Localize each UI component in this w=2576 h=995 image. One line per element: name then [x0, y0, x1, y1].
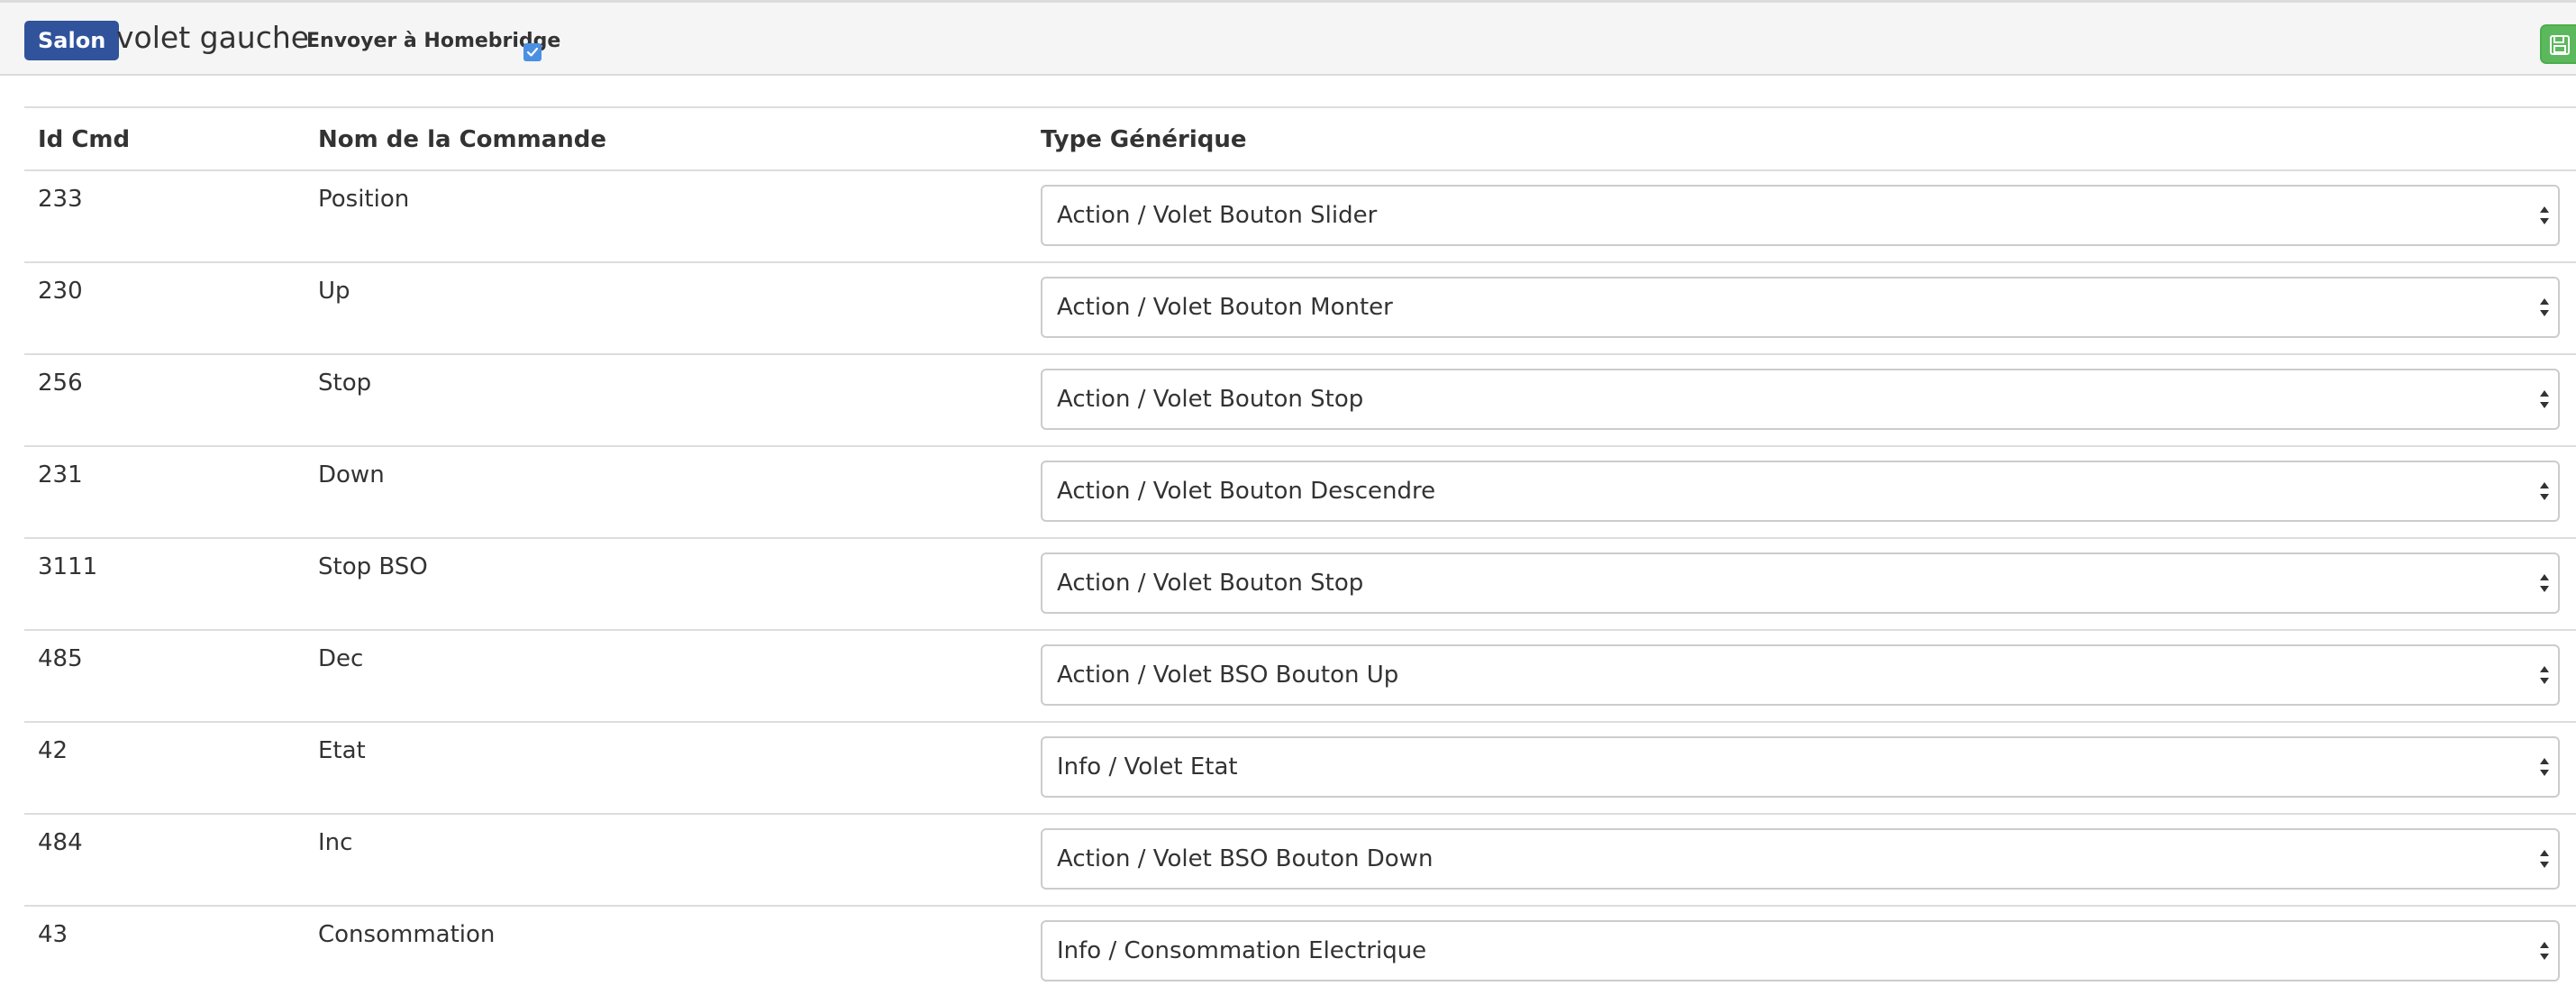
- command-name: Up: [318, 278, 350, 305]
- generic-type-value: Action / Volet BSO Bouton Up: [1057, 662, 1399, 689]
- command-name: Stop: [318, 370, 372, 397]
- checkmark-icon: [526, 47, 539, 57]
- generic-type-select[interactable]: Action / Volet Bouton Descendre: [1041, 461, 2560, 522]
- command-name: Down: [318, 461, 385, 488]
- column-header-type: Type Générique: [1041, 126, 1247, 153]
- equipment-header: Salon volet gauche Envoyer à Homebridge: [0, 0, 2576, 76]
- generic-type-select[interactable]: Action / Volet Bouton Monter: [1041, 277, 2560, 338]
- select-arrows-icon: [2540, 482, 2549, 500]
- select-arrows-icon: [2540, 758, 2549, 776]
- generic-type-value: Action / Volet Bouton Stop: [1057, 386, 1364, 413]
- table-row: 3111 Stop BSO Action / Volet Bouton Stop: [24, 539, 2576, 631]
- homebridge-checkbox[interactable]: [523, 43, 542, 61]
- table-body: 233 Position Action / Volet Bouton Slide…: [24, 171, 2576, 995]
- command-name: Etat: [318, 737, 366, 764]
- homebridge-label: Envoyer à Homebridge: [306, 30, 561, 52]
- command-id: 231: [38, 461, 83, 488]
- generic-type-select[interactable]: Info / Consommation Electrique: [1041, 920, 2560, 981]
- command-id: 485: [38, 645, 83, 672]
- select-arrows-icon: [2540, 390, 2549, 408]
- command-id: 484: [38, 829, 83, 856]
- column-header-id: Id Cmd: [38, 126, 131, 153]
- table-row: 42 Etat Info / Volet Etat: [24, 723, 2576, 815]
- select-arrows-icon: [2540, 942, 2549, 960]
- generic-type-select[interactable]: Action / Volet Bouton Stop: [1041, 552, 2560, 614]
- generic-type-select[interactable]: Action / Volet BSO Bouton Down: [1041, 828, 2560, 890]
- room-badge: Salon: [24, 21, 120, 60]
- command-id: 3111: [38, 553, 98, 580]
- save-button[interactable]: [2540, 24, 2576, 64]
- table-row: 485 Dec Action / Volet BSO Bouton Up: [24, 631, 2576, 723]
- command-name: Stop BSO: [318, 553, 428, 580]
- generic-type-value: Action / Volet Bouton Descendre: [1057, 478, 1436, 505]
- commands-table: Id Cmd Nom de la Commande Type Générique…: [24, 106, 2576, 995]
- command-id: 42: [38, 737, 68, 764]
- select-arrows-icon: [2540, 574, 2549, 592]
- generic-type-select[interactable]: Info / Volet Etat: [1041, 736, 2560, 798]
- select-arrows-icon: [2540, 666, 2549, 684]
- command-name: Dec: [318, 645, 364, 672]
- table-row: 230 Up Action / Volet Bouton Monter: [24, 263, 2576, 355]
- equipment-name: volet gauche: [116, 20, 310, 55]
- generic-type-value: Info / Consommation Electrique: [1057, 937, 1427, 964]
- command-id: 43: [38, 921, 68, 948]
- command-id: 233: [38, 186, 83, 213]
- generic-type-select[interactable]: Action / Volet Bouton Slider: [1041, 185, 2560, 246]
- generic-type-value: Action / Volet BSO Bouton Down: [1057, 845, 1434, 872]
- generic-type-select[interactable]: Action / Volet BSO Bouton Up: [1041, 644, 2560, 706]
- table-row: 231 Down Action / Volet Bouton Descendre: [24, 447, 2576, 539]
- table-row: 233 Position Action / Volet Bouton Slide…: [24, 171, 2576, 263]
- floppy-disk-icon: [2550, 35, 2570, 55]
- table-header: Id Cmd Nom de la Commande Type Générique: [24, 108, 2576, 171]
- generic-type-select[interactable]: Action / Volet Bouton Stop: [1041, 369, 2560, 430]
- command-name: Inc: [318, 829, 353, 856]
- generic-type-value: Action / Volet Bouton Slider: [1057, 202, 1378, 229]
- page: Salon volet gauche Envoyer à Homebridge …: [0, 0, 2576, 995]
- table-row: 43 Consommation Info / Consommation Elec…: [24, 907, 2576, 995]
- table-row: 484 Inc Action / Volet BSO Bouton Down: [24, 815, 2576, 907]
- command-name: Position: [318, 186, 410, 213]
- command-name: Consommation: [318, 921, 496, 948]
- command-id: 230: [38, 278, 83, 305]
- column-header-name: Nom de la Commande: [318, 126, 606, 153]
- command-id: 256: [38, 370, 83, 397]
- generic-type-value: Action / Volet Bouton Stop: [1057, 570, 1364, 597]
- generic-type-value: Info / Volet Etat: [1057, 753, 1238, 780]
- select-arrows-icon: [2540, 298, 2549, 316]
- select-arrows-icon: [2540, 850, 2549, 868]
- generic-type-value: Action / Volet Bouton Monter: [1057, 294, 1393, 321]
- table-row: 256 Stop Action / Volet Bouton Stop: [24, 355, 2576, 447]
- select-arrows-icon: [2540, 206, 2549, 224]
